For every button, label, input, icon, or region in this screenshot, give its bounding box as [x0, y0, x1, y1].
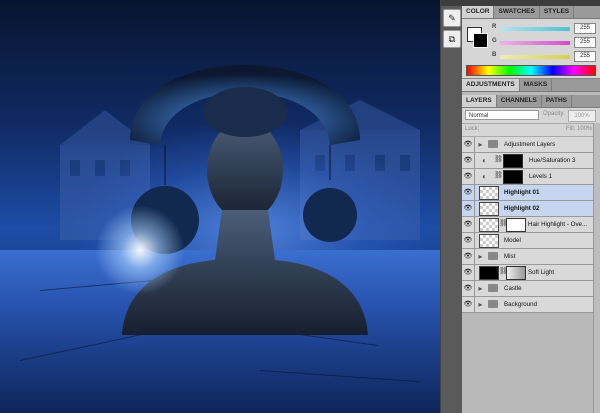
layer-thumbnail[interactable] [479, 186, 499, 200]
red-slider[interactable] [500, 27, 570, 31]
layers-scrollbar[interactable] [593, 123, 600, 413]
blue-value-field[interactable]: 255 [574, 51, 596, 62]
layer-mask-thumbnail[interactable] [506, 218, 526, 232]
lock-bar: Lock: Fill: 100% [462, 124, 600, 137]
collapse-handle[interactable] [441, 0, 463, 6]
layers-panel-tabs: LAYERS CHANNELS PATHS [462, 95, 600, 108]
layer-row[interactable]: 👁 ▸ Background [462, 297, 600, 313]
eye-icon[interactable]: 👁 [462, 233, 475, 248]
eye-icon[interactable]: 👁 [462, 185, 475, 200]
layer-row[interactable]: 👁 Highlight 02 [462, 201, 600, 217]
layer-name: Castle [504, 285, 522, 292]
layer-name: Background [504, 301, 538, 308]
layer-row[interactable]: 👁 ◐ ⛓ Hue/Saturation 3 [462, 153, 600, 169]
eye-icon[interactable]: 👁 [462, 201, 475, 216]
red-label: R [492, 24, 497, 30]
folder-icon [488, 140, 498, 148]
red-value-field[interactable]: 255 [574, 23, 596, 34]
layer-name: Hair Highlight - Ove... [528, 221, 588, 228]
tab-masks[interactable]: MASKS [520, 79, 553, 91]
layer-mask-thumbnail[interactable] [506, 266, 526, 280]
eye-icon[interactable]: 👁 [462, 169, 475, 184]
background-color-swatch[interactable] [473, 33, 488, 48]
tab-paths[interactable]: PATHS [542, 95, 572, 107]
layer-row[interactable]: 👁 ⛓ Hair Highlight - Ove... [462, 217, 600, 233]
layer-row[interactable]: 👁 ◐ ⛓ Levels 1 [462, 169, 600, 185]
layer-thumbnail[interactable] [479, 234, 499, 248]
layer-name: Highlight 02 [504, 205, 540, 212]
blend-mode-select[interactable]: Normal [465, 110, 539, 120]
expand-triangle-icon[interactable]: ▸ [474, 138, 487, 151]
folder-icon [488, 252, 498, 260]
layer-name: Levels 1 [529, 173, 553, 180]
layer-name: Mist [504, 253, 516, 260]
expand-triangle-icon[interactable]: ▸ [474, 298, 487, 311]
expand-triangle-icon[interactable]: ▸ [474, 282, 487, 295]
blue-slider[interactable] [500, 55, 570, 59]
eye-icon[interactable]: 👁 [462, 265, 475, 280]
chain-link-icon[interactable]: ⛓ [494, 171, 503, 179]
document-canvas[interactable] [0, 0, 440, 413]
adjustments-panel-tabs: ADJUSTMENTS MASKS [462, 79, 600, 92]
red-channel-row: R 255 [492, 23, 598, 34]
green-label: G [492, 38, 497, 44]
layer-row[interactable]: 👁 Model [462, 233, 600, 249]
adjustment-icon: ◐ [482, 156, 487, 165]
layer-mask-thumbnail[interactable] [503, 170, 523, 184]
panel-icon-strip: ✎ ⧉ [440, 0, 463, 413]
green-channel-row: G 255 [492, 37, 598, 48]
expand-triangle-icon[interactable]: ▸ [474, 250, 487, 263]
layer-thumbnail[interactable] [479, 266, 499, 280]
layer-row[interactable]: 👁 ⛓ Soft Light [462, 265, 600, 281]
layer-thumbnail[interactable] [479, 218, 499, 232]
panels-dock: COLOR SWATCHES STYLES R 255 G 255 B 255 … [462, 0, 600, 413]
eye-icon[interactable]: 👁 [462, 153, 475, 168]
opacity-label: Opacity: [543, 111, 566, 117]
color-panel-tabs: COLOR SWATCHES STYLES [462, 6, 600, 19]
history-icon[interactable]: ⧉ [443, 30, 461, 48]
layer-thumbnail[interactable] [479, 202, 499, 216]
fill-label: Fill: 100% [566, 126, 593, 132]
adjustment-icon: ◐ [482, 172, 487, 181]
tab-channels[interactable]: CHANNELS [497, 95, 542, 107]
lens-flare [95, 205, 185, 295]
layer-row[interactable]: 👁 ▸ Castle [462, 281, 600, 297]
lock-label: Lock: [465, 126, 480, 132]
eye-icon[interactable]: 👁 [462, 217, 475, 232]
color-spectrum-ramp[interactable] [466, 65, 596, 76]
folder-icon [488, 300, 498, 308]
fill-value[interactable]: 100% [577, 126, 592, 132]
layer-row[interactable]: 👁 ▸ Mist [462, 249, 600, 265]
tab-adjustments[interactable]: ADJUSTMENTS [462, 79, 520, 91]
layer-name: Adjustment Layers [504, 141, 556, 148]
blue-channel-row: B 255 [492, 51, 598, 62]
layer-name: Model [504, 237, 521, 244]
tab-swatches[interactable]: SWATCHES [494, 6, 540, 18]
color-picker-icon[interactable]: ✎ [443, 9, 461, 27]
green-value-field[interactable]: 255 [574, 37, 596, 48]
layer-name: Highlight 01 [504, 189, 540, 196]
layer-options-bar: Normal Opacity: 100% [462, 108, 600, 124]
layer-row[interactable]: 👁 Highlight 01 [462, 185, 600, 201]
layer-name: Soft Light [528, 269, 555, 276]
layer-mask-thumbnail[interactable] [503, 154, 523, 168]
tab-color[interactable]: COLOR [462, 6, 495, 18]
tab-styles[interactable]: STYLES [540, 6, 575, 18]
folder-icon [488, 284, 498, 292]
green-slider[interactable] [500, 41, 570, 45]
color-panel: R 255 G 255 B 255 [462, 19, 600, 79]
layer-row[interactable]: 👁 ▸ Adjustment Layers [462, 137, 600, 153]
chain-link-icon[interactable]: ⛓ [494, 155, 503, 163]
layer-name: Hue/Saturation 3 [529, 157, 576, 164]
layers-list: 👁 ▸ Adjustment Layers 👁 ◐ ⛓ Hue/Saturation 3 👁 ◐… [462, 137, 600, 313]
tab-layers[interactable]: LAYERS [462, 95, 497, 107]
blue-label: B [492, 52, 497, 58]
opacity-field[interactable]: 100% [568, 110, 596, 122]
